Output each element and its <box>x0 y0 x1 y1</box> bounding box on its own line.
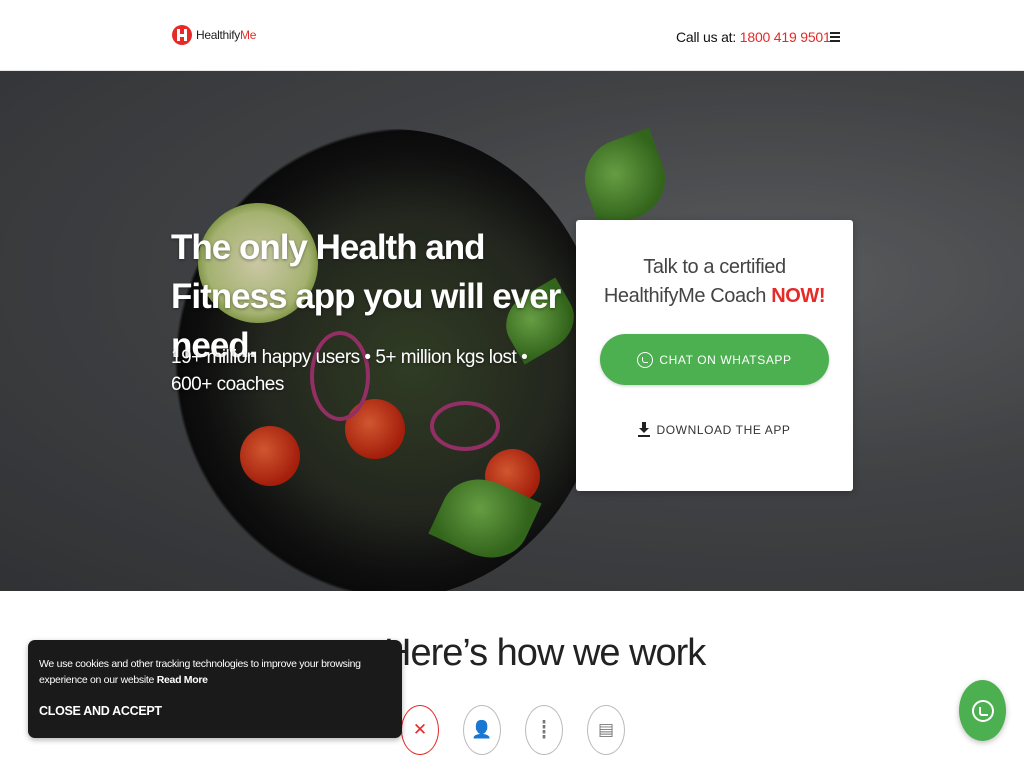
call-label: Call us at: <box>676 29 737 45</box>
healthifyme-logo[interactable]: HealthifyMe <box>172 25 256 45</box>
phone-link[interactable]: 1800 419 9501 <box>740 29 831 45</box>
hamburger-icon[interactable] <box>830 32 840 42</box>
person-icon: 👤 <box>471 720 493 740</box>
whatsapp-icon <box>971 699 994 722</box>
how-we-work-title: Here’s how we work <box>384 632 706 674</box>
whatsapp-icon <box>637 351 654 368</box>
call-us: Call us at: 1800 419 9501 <box>676 29 831 45</box>
fork-knife-icon: ✕ <box>412 720 428 740</box>
card-title: Talk to a certified HealthifyMe Coach NO… <box>603 256 826 307</box>
audio-wave-icon: ┋ <box>538 720 550 740</box>
hero-section: The only Health and Fitness app you will… <box>0 71 1024 591</box>
cookie-text: We use cookies and other tracking techno… <box>39 658 361 686</box>
logo-text: HealthifyMe <box>196 28 257 42</box>
step-nutrition[interactable]: ✕ <box>401 705 439 755</box>
cookie-banner: We use cookies and other tracking techno… <box>28 640 402 738</box>
close-and-accept-button[interactable]: CLOSE AND ACCEPT <box>39 704 162 718</box>
download-app-button[interactable]: DOWNLOAD THE APP <box>576 422 853 437</box>
step-audio[interactable]: ┋ <box>525 705 563 755</box>
download-button-label: DOWNLOAD THE APP <box>656 422 791 437</box>
whatsapp-float-button[interactable] <box>959 680 1006 741</box>
document-icon: ▤ <box>597 720 615 740</box>
site-header: HealthifyMe Call us at: 1800 419 9501 <box>0 0 1024 71</box>
logo-mark-icon <box>172 25 192 45</box>
chat-on-whatsapp-button[interactable]: CHAT ON WHATSAPP <box>600 334 829 385</box>
how-steps: ✕ 👤 ┋ ▤ <box>401 705 625 755</box>
read-more-link[interactable]: Read More <box>157 674 208 686</box>
step-coach[interactable]: 👤 <box>463 705 501 755</box>
whatsapp-button-label: CHAT ON WHATSAPP <box>659 352 792 367</box>
hero-subtitle: 19+ million happy users • 5+ million kgs… <box>171 347 528 395</box>
download-icon <box>638 422 651 437</box>
step-report[interactable]: ▤ <box>587 705 625 755</box>
coach-card: Talk to a certified HealthifyMe Coach NO… <box>576 220 853 491</box>
